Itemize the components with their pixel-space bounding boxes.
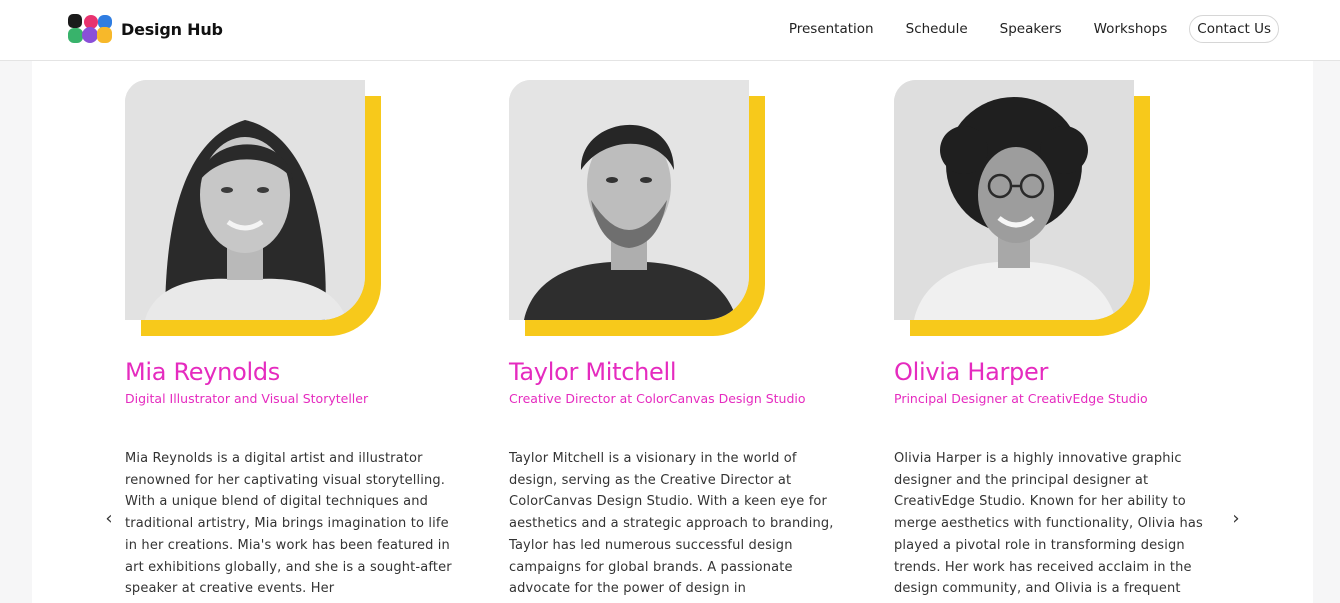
nav-schedule[interactable]: Schedule bbox=[906, 15, 968, 43]
chevron-right-icon[interactable]: › bbox=[1229, 509, 1243, 529]
nav-speakers[interactable]: Speakers bbox=[1000, 15, 1062, 43]
speaker-name: Mia Reynolds bbox=[125, 358, 280, 386]
speaker-bio: Mia Reynolds is a digital artist and ill… bbox=[125, 451, 452, 597]
nav-presentation[interactable]: Presentation bbox=[789, 15, 874, 43]
portrait-man-short-hair-icon bbox=[509, 80, 749, 320]
speaker-photo-frame bbox=[894, 80, 1150, 336]
main-nav: Presentation Schedule Speakers Workshops… bbox=[789, 15, 1279, 43]
portrait-woman-curly-hair-icon bbox=[894, 80, 1134, 320]
speaker-role: Digital Illustrator and Visual Storytell… bbox=[125, 391, 369, 406]
speaker-photo bbox=[509, 80, 749, 320]
logo-icon bbox=[68, 14, 112, 43]
speaker-photo-frame bbox=[125, 80, 381, 336]
speaker-bio: Taylor Mitchell is a visionary in the wo… bbox=[509, 451, 834, 597]
speaker-name: Olivia Harper bbox=[894, 358, 1049, 386]
speaker-role: Creative Director at ColorCanvas Design … bbox=[509, 391, 806, 406]
speaker-role: Principal Designer at CreativEdge Studio bbox=[894, 391, 1148, 406]
contact-us-button[interactable]: Contact Us bbox=[1189, 15, 1279, 43]
speaker-bio: Olivia Harper is a highly innovative gra… bbox=[894, 451, 1203, 597]
nav-workshops[interactable]: Workshops bbox=[1094, 15, 1168, 43]
speaker-name: Taylor Mitchell bbox=[509, 358, 677, 386]
top-navigation-bar: Design Hub Presentation Schedule Speaker… bbox=[0, 0, 1340, 61]
portrait-woman-long-hair-icon bbox=[125, 80, 365, 320]
brand-name: Design Hub bbox=[121, 19, 223, 39]
brand-logo[interactable]: Design Hub bbox=[67, 13, 223, 45]
speaker-photo-frame bbox=[509, 80, 765, 336]
chevron-left-icon[interactable]: ‹ bbox=[102, 509, 116, 529]
speaker-photo bbox=[125, 80, 365, 320]
speaker-photo bbox=[894, 80, 1134, 320]
